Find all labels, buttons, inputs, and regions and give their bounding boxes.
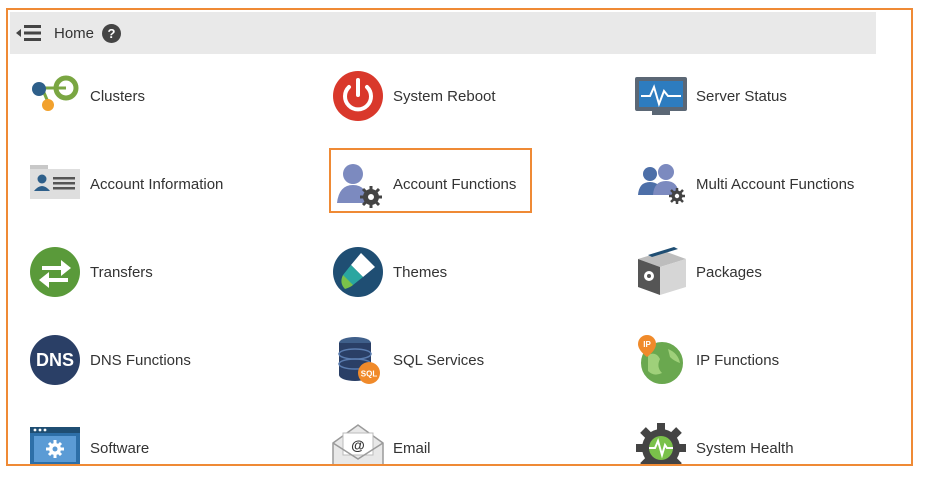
sql-icon-text: SQL	[361, 370, 378, 379]
transfer-arrows-icon	[28, 245, 82, 299]
tile-label: Transfers	[90, 263, 153, 281]
ip-icon-text: IP	[643, 340, 651, 349]
monitor-icon	[634, 69, 688, 123]
power-icon	[331, 69, 385, 123]
tile-label: System Reboot	[393, 87, 496, 105]
tile-label: Multi Account Functions	[696, 175, 855, 193]
clusters-icon	[28, 69, 82, 123]
users-gear-icon	[634, 157, 688, 211]
email-at-text: @	[351, 437, 365, 453]
tile-label: Software	[90, 439, 150, 457]
tile-system-health[interactable]: System Health	[618, 413, 911, 464]
tile-label: System Health	[696, 439, 794, 457]
tile-label: Server Status	[696, 87, 787, 105]
tile-multi-account-functions[interactable]: Multi Account Functions	[618, 149, 911, 219]
tile-sql-services[interactable]: SQL SQL Services	[315, 325, 615, 395]
tile-system-reboot[interactable]: System Reboot	[315, 61, 615, 131]
id-card-icon	[28, 157, 82, 211]
database-icon: SQL	[331, 333, 385, 387]
tile-themes[interactable]: Themes	[315, 237, 615, 307]
software-window-icon	[28, 421, 82, 464]
tile-server-status[interactable]: Server Status	[618, 61, 911, 131]
tile-dns-functions[interactable]: DNS DNS Functions	[12, 325, 312, 395]
tile-account-functions[interactable]: Account Functions	[315, 149, 615, 219]
globe-ip-icon: IP	[634, 333, 688, 387]
tile-label: Packages	[696, 263, 762, 281]
tile-label: Account Functions	[393, 175, 517, 193]
dns-icon: DNS	[28, 333, 82, 387]
tile-label: Email	[393, 439, 431, 457]
tile-software[interactable]: Software	[12, 413, 312, 464]
breadcrumb-home[interactable]: Home	[54, 25, 94, 42]
tile-label: DNS Functions	[90, 351, 191, 369]
tile-account-information[interactable]: Account Information	[12, 149, 312, 219]
gear-pulse-icon	[634, 421, 688, 464]
help-icon[interactable]: ?	[102, 23, 122, 43]
package-box-icon	[634, 245, 688, 299]
tile-transfers[interactable]: Transfers	[12, 237, 312, 307]
dns-icon-text: DNS	[36, 350, 74, 370]
tile-clusters[interactable]: Clusters	[12, 61, 312, 131]
paint-brush-icon	[331, 245, 385, 299]
tile-email[interactable]: @ Email	[315, 413, 615, 464]
tile-label: Account Information	[90, 175, 224, 193]
top-bar: Home ?	[10, 12, 876, 54]
tile-label: SQL Services	[393, 351, 485, 369]
user-gear-icon	[331, 157, 385, 211]
tile-label: IP Functions	[696, 351, 780, 369]
main-panel: Home ? Clusters System Reboot Server Sta…	[6, 8, 913, 466]
tile-ip-functions[interactable]: IP IP Functions	[618, 325, 911, 395]
tile-label: Themes	[393, 263, 448, 281]
tile-label: Clusters	[90, 87, 146, 105]
envelope-icon: @	[331, 421, 385, 464]
menu-collapse-icon[interactable]	[14, 22, 44, 44]
tile-packages[interactable]: Packages	[618, 237, 911, 307]
